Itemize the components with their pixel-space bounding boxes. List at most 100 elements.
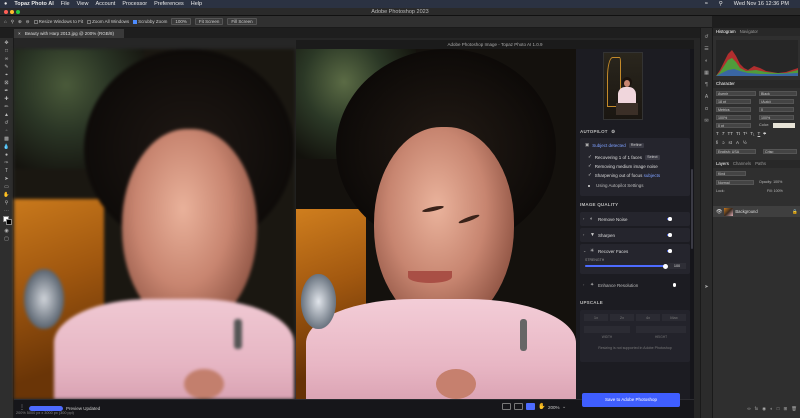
- glyphs-panel-icon[interactable]: α: [704, 106, 710, 112]
- crop-tool-icon[interactable]: ⌖: [3, 72, 11, 78]
- hand-tool-icon[interactable]: ✋: [3, 192, 11, 198]
- single-view-icon[interactable]: [502, 403, 511, 410]
- resize-windows-checkbox[interactable]: [33, 19, 38, 24]
- quick-mask-icon[interactable]: ◉: [3, 228, 11, 234]
- scale-max-button[interactable]: Max: [662, 314, 686, 321]
- blur-tool-icon[interactable]: 💧: [3, 144, 11, 150]
- menu-app-name[interactable]: Topaz Photo AI: [14, 1, 53, 7]
- autopilot-settings-link[interactable]: Using Autopilot Settings: [596, 183, 644, 188]
- zoom-out-icon[interactable]: ⊖: [26, 19, 30, 25]
- character-panel-icon[interactable]: A: [704, 94, 710, 100]
- remove-noise-row[interactable]: › ◐ Remove Noise: [580, 212, 690, 226]
- frame-tool-icon[interactable]: ⊠: [3, 80, 11, 86]
- processed-preview-image[interactable]: [296, 49, 576, 399]
- menu-preferences[interactable]: Preferences: [154, 1, 184, 7]
- horizontal-scale-field[interactable]: 100%: [759, 115, 794, 120]
- resize-windows-option[interactable]: Resize Windows to Fit: [33, 19, 83, 24]
- faux-italic-button[interactable]: T: [722, 131, 725, 136]
- layer-name[interactable]: Background: [735, 209, 757, 214]
- adjustment-layer-icon[interactable]: ◐: [770, 406, 773, 412]
- group-icon[interactable]: □: [777, 406, 780, 412]
- baseline-field[interactable]: 0 pt: [716, 123, 751, 128]
- fill-screen-button[interactable]: Fill Screen: [227, 18, 257, 25]
- link-layers-icon[interactable]: ∞: [747, 406, 750, 412]
- wifi-icon[interactable]: ≈: [705, 1, 708, 7]
- strength-value[interactable]: 100: [668, 262, 686, 269]
- adjustments-panel-icon[interactable]: ◐: [704, 58, 710, 64]
- scrubby-zoom-option[interactable]: Scrubby Zoom: [133, 19, 167, 24]
- search-icon[interactable]: ⚲: [719, 1, 723, 7]
- close-tab-icon[interactable]: ×: [18, 31, 21, 36]
- font-family-select[interactable]: Avenir: [716, 91, 756, 96]
- new-layer-icon[interactable]: ⊞: [784, 406, 788, 412]
- language-select[interactable]: English: USA: [716, 149, 756, 154]
- leading-field[interactable]: (Auto): [759, 99, 794, 104]
- paragraph-panel-icon[interactable]: ¶: [704, 82, 710, 88]
- anti-alias-select[interactable]: Crisp: [763, 149, 797, 154]
- recover-faces-row[interactable]: ⌄ ✳ Recover Faces STRENGTH 100: [580, 244, 690, 274]
- more-tools-icon[interactable]: ⋯: [3, 208, 11, 214]
- properties-panel-icon[interactable]: ☰: [704, 46, 710, 52]
- zoom-tool-icon[interactable]: ⚲: [3, 200, 11, 206]
- scrubby-zoom-checkbox[interactable]: [133, 19, 138, 24]
- subscript-button[interactable]: T₁: [750, 131, 754, 136]
- enhance-resolution-row[interactable]: › ✦ Enhance Resolution: [580, 278, 690, 292]
- navigator-thumbnail[interactable]: [603, 52, 643, 120]
- zoom-100-button[interactable]: 100%: [171, 18, 191, 25]
- save-to-photoshop-button[interactable]: Save to Adobe Photoshop: [582, 393, 680, 407]
- scale-1x-button[interactable]: 1x: [584, 314, 608, 321]
- tab-channels[interactable]: Channels: [733, 160, 751, 168]
- superscript-button[interactable]: T¹: [743, 131, 747, 136]
- scale-2x-button[interactable]: 2x: [610, 314, 634, 321]
- strikethrough-button[interactable]: T: [763, 131, 766, 136]
- fractions-button[interactable]: ½: [743, 140, 747, 145]
- kerning-field[interactable]: Metrics: [716, 107, 751, 112]
- original-preview-image[interactable]: [14, 49, 295, 399]
- side-by-side-view-icon[interactable]: [526, 403, 535, 410]
- refine-button[interactable]: Refine: [628, 142, 644, 148]
- sharpen-row[interactable]: › ▼ Sharpen: [580, 228, 690, 242]
- autopilot-settings-icon[interactable]: ⚙: [611, 129, 615, 134]
- select-faces-button[interactable]: Select: [645, 154, 660, 160]
- minimize-window-button[interactable]: [10, 10, 14, 14]
- scale-4x-button[interactable]: 4x: [636, 314, 660, 321]
- screen-mode-icon[interactable]: ▢: [3, 236, 11, 242]
- trash-icon[interactable]: 🗑: [791, 406, 797, 412]
- menubar-clock[interactable]: Wed Nov 16 12:36 PM: [734, 1, 789, 7]
- font-style-select[interactable]: Black: [759, 91, 797, 96]
- stamp-tool-icon[interactable]: ▲: [3, 112, 11, 118]
- close-window-button[interactable]: [4, 10, 8, 14]
- dodge-tool-icon[interactable]: ●: [3, 152, 11, 158]
- fit-screen-button[interactable]: Fit Screen: [194, 18, 224, 25]
- comments-panel-icon[interactable]: ✉: [704, 118, 710, 124]
- type-tool-icon[interactable]: T: [3, 168, 11, 174]
- small-caps-button[interactable]: Tt: [736, 131, 740, 136]
- fx-icon[interactable]: fx: [755, 406, 759, 412]
- menu-file[interactable]: File: [61, 1, 70, 7]
- zoom-level[interactable]: 200%: [548, 405, 560, 410]
- tab-layers[interactable]: Layers: [716, 160, 729, 168]
- quick-select-tool-icon[interactable]: ✎: [3, 64, 11, 70]
- expand-chevron-icon[interactable]: ›: [583, 282, 584, 287]
- visibility-eye-icon[interactable]: 👁: [716, 209, 722, 215]
- lasso-tool-icon[interactable]: ∞: [3, 56, 11, 62]
- tracking-field[interactable]: 0: [759, 107, 794, 112]
- zoom-all-checkbox[interactable]: [87, 19, 92, 24]
- document-tab[interactable]: × Beauty with Harp 2013.jpg @ 200% (RGB/…: [14, 29, 124, 38]
- more-options-icon[interactable]: ⋮: [19, 404, 25, 411]
- ordinal-button[interactable]: A: [736, 140, 739, 145]
- path-select-tool-icon[interactable]: ➤: [3, 176, 11, 182]
- menu-help[interactable]: Help: [191, 1, 202, 7]
- menu-processor[interactable]: Processor: [122, 1, 147, 7]
- strength-slider[interactable]: [585, 263, 668, 269]
- underline-button[interactable]: T: [758, 131, 761, 136]
- eyedropper-tool-icon[interactable]: ✒: [3, 88, 11, 94]
- swash-button[interactable]: ᴐ: [722, 140, 724, 145]
- split-view-icon[interactable]: [514, 403, 523, 410]
- history-panel-icon[interactable]: ↺: [704, 34, 710, 40]
- tab-histogram[interactable]: Histogram: [716, 28, 736, 36]
- strength-handle[interactable]: [662, 263, 668, 269]
- text-color-swatch[interactable]: [773, 123, 795, 128]
- all-caps-button[interactable]: TT: [728, 131, 734, 136]
- menu-account[interactable]: Account: [95, 1, 115, 7]
